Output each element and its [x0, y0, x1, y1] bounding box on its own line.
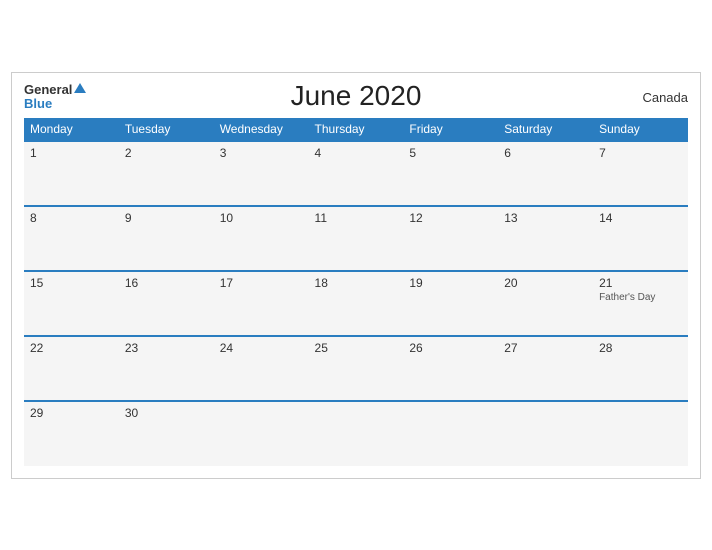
day-number: 28 [599, 341, 682, 355]
day-number: 17 [220, 276, 303, 290]
day-number: 23 [125, 341, 208, 355]
day-cell: 5 [403, 141, 498, 206]
day-number: 5 [409, 146, 492, 160]
week-row-5: 29 30 [24, 401, 688, 466]
day-event: Father's Day [599, 292, 682, 303]
day-cell: 30 [119, 401, 214, 466]
day-number: 30 [125, 406, 208, 420]
day-cell [403, 401, 498, 466]
weekday-header-wednesday: Wednesday [214, 118, 309, 141]
day-number: 15 [30, 276, 113, 290]
day-cell: 1 [24, 141, 119, 206]
day-cell: 16 [119, 271, 214, 336]
day-number: 2 [125, 146, 208, 160]
day-cell [593, 401, 688, 466]
day-cell: 29 [24, 401, 119, 466]
calendar: General Blue June 2020 Canada MondayTues… [11, 72, 701, 479]
day-number: 12 [409, 211, 492, 225]
day-cell: 22 [24, 336, 119, 401]
weekday-header-sunday: Sunday [593, 118, 688, 141]
day-cell [214, 401, 309, 466]
day-number: 29 [30, 406, 113, 420]
day-number: 9 [125, 211, 208, 225]
day-number: 20 [504, 276, 587, 290]
day-cell: 13 [498, 206, 593, 271]
weekday-header-tuesday: Tuesday [119, 118, 214, 141]
day-cell: 7 [593, 141, 688, 206]
day-cell: 20 [498, 271, 593, 336]
week-row-1: 1234567 [24, 141, 688, 206]
logo-triangle-icon [74, 83, 86, 93]
day-cell: 23 [119, 336, 214, 401]
week-row-2: 89 10 11 12 13 14 [24, 206, 688, 271]
day-number: 22 [30, 341, 113, 355]
day-number: 27 [504, 341, 587, 355]
day-cell: 2 [119, 141, 214, 206]
day-number: 21 [599, 276, 682, 290]
day-number: 11 [315, 211, 398, 225]
day-cell: 14 [593, 206, 688, 271]
day-cell [498, 401, 593, 466]
logo: General Blue [24, 83, 86, 112]
day-cell: 15 [24, 271, 119, 336]
day-number: 10 [220, 211, 303, 225]
day-cell: 18 [309, 271, 404, 336]
day-cell: 17 [214, 271, 309, 336]
day-number: 16 [125, 276, 208, 290]
day-cell: 19 [403, 271, 498, 336]
day-number: 13 [504, 211, 587, 225]
weekday-header-row: MondayTuesdayWednesdayThursdayFridaySatu… [24, 118, 688, 141]
weekday-header-saturday: Saturday [498, 118, 593, 141]
day-cell: 27 [498, 336, 593, 401]
day-number: 3 [220, 146, 303, 160]
day-cell: 28 [593, 336, 688, 401]
day-number: 6 [504, 146, 587, 160]
day-cell: 25 [309, 336, 404, 401]
day-number: 8 [30, 211, 113, 225]
day-number: 25 [315, 341, 398, 355]
logo-general-text: General [24, 83, 72, 96]
weekday-header-friday: Friday [403, 118, 498, 141]
week-row-3: 15 16 17 18 19 20 21 Father's Day [24, 271, 688, 336]
day-cell: 21 Father's Day [593, 271, 688, 336]
day-number: 18 [315, 276, 398, 290]
day-cell: 24 [214, 336, 309, 401]
weekday-header-monday: Monday [24, 118, 119, 141]
calendar-country: Canada [642, 90, 688, 105]
day-number: 1 [30, 146, 113, 160]
day-number: 14 [599, 211, 682, 225]
day-number: 4 [315, 146, 398, 160]
day-cell: 8 [24, 206, 119, 271]
day-cell: 10 [214, 206, 309, 271]
day-number: 19 [409, 276, 492, 290]
day-number: 7 [599, 146, 682, 160]
day-cell: 12 [403, 206, 498, 271]
week-row-4: 22 23 24 25 26 27 28 [24, 336, 688, 401]
calendar-header: General Blue June 2020 Canada [24, 83, 688, 112]
calendar-title: June 2020 [291, 80, 422, 112]
day-cell: 26 [403, 336, 498, 401]
day-cell: 6 [498, 141, 593, 206]
day-number: 26 [409, 341, 492, 355]
day-cell: 9 [119, 206, 214, 271]
day-cell: 3 [214, 141, 309, 206]
logo-blue-text: Blue [24, 96, 52, 111]
day-number: 24 [220, 341, 303, 355]
day-cell [309, 401, 404, 466]
weekday-header-thursday: Thursday [309, 118, 404, 141]
calendar-grid: MondayTuesdayWednesdayThursdayFridaySatu… [24, 118, 688, 466]
day-cell: 4 [309, 141, 404, 206]
day-cell: 11 [309, 206, 404, 271]
